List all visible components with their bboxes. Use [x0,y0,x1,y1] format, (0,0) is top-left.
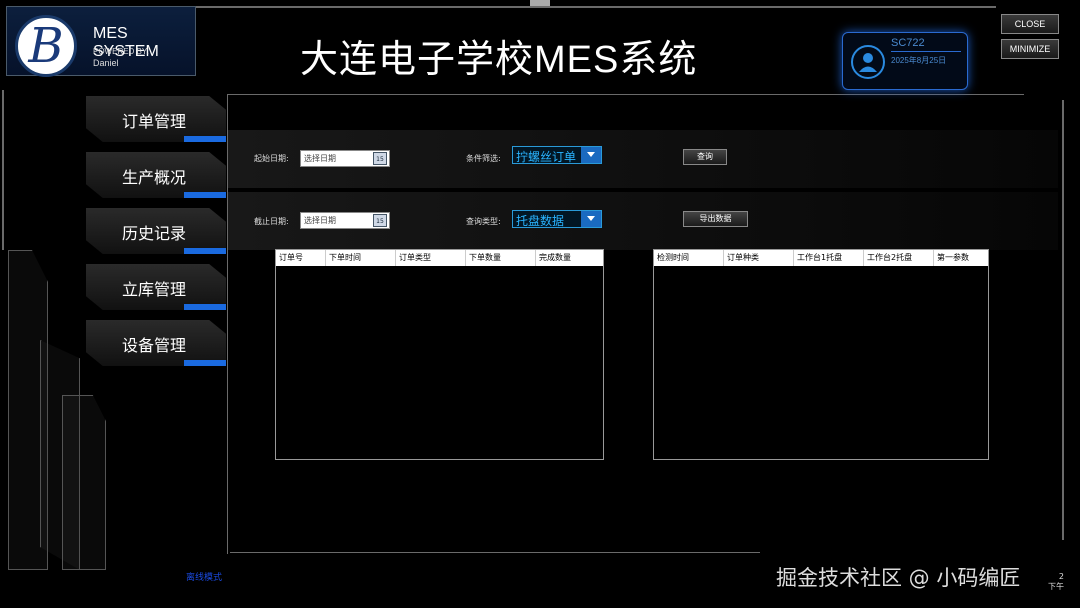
end-date-picker[interactable]: 选择日期 15 [300,212,390,229]
column-header[interactable]: 下单数量 [466,250,536,266]
column-header[interactable]: 工作台2托盘 [864,250,934,266]
sidebar-item-label: 设备管理 [122,336,187,355]
inspection-table[interactable]: 检测时间 订单种类 工作台1托盘 工作台2托盘 第一参数 [653,249,989,460]
logo-powered-by: POWERED BY: [93,47,150,56]
dropdown-button[interactable] [581,211,601,227]
condition-select[interactable]: 拧螺丝订单 [512,146,602,164]
column-header[interactable]: 订单号 [276,250,326,266]
sidebar-item-orders[interactable]: 订单管理 [86,96,226,142]
column-header[interactable]: 下单时间 [326,250,396,266]
sidebar-item-label: 生产概况 [122,168,187,187]
corner-line-2: 下午 [1048,582,1064,591]
menu-accent [184,360,226,366]
column-header[interactable]: 完成数量 [536,250,603,266]
query-type-select[interactable]: 托盘数据 [512,210,602,228]
inspection-table-header: 检测时间 订单种类 工作台1托盘 工作台2托盘 第一参数 [654,250,988,266]
frame-right-line [1062,100,1064,540]
frame-top-handle[interactable] [530,0,550,6]
column-header[interactable]: 订单类型 [396,250,466,266]
query-type-label: 查询类型: [466,217,501,226]
query-button[interactable]: 查询 [683,149,727,165]
sidebar-item-label: 订单管理 [122,112,187,131]
start-date-picker[interactable]: 选择日期 15 [300,150,390,167]
condition-value: 拧螺丝订单 [516,150,577,164]
menu-accent [184,192,226,198]
column-header[interactable]: 第一参数 [934,250,988,266]
calendar-icon[interactable]: 15 [373,214,387,227]
sidebar-item-equipment[interactable]: 设备管理 [86,320,226,366]
end-date-placeholder: 选择日期 [304,216,336,225]
logo-panel: B MES SYSTEM POWERED BY: Daniel [6,6,196,77]
export-button[interactable]: 导出数据 [683,211,748,227]
page-title-mes: MES [534,39,620,81]
sidebar-item-production[interactable]: 生产概况 [86,152,226,198]
end-date-label: 截止日期: [254,217,289,226]
menu-accent [184,136,226,142]
calendar-icon[interactable]: 15 [373,152,387,165]
column-header[interactable]: 检测时间 [654,250,724,266]
logo-author: Daniel [93,58,119,68]
status-badge: 离线模式 [186,573,223,583]
chevron-down-icon [587,216,595,221]
menu-accent [184,248,226,254]
start-date-placeholder: 选择日期 [304,154,336,163]
column-header[interactable]: 订单种类 [724,250,794,266]
close-button[interactable]: CLOSE [1001,14,1059,34]
logo-letter: B [28,18,64,74]
corner-line-1: 2 [1058,572,1064,581]
user-date: 2025年8月25日 [891,56,947,65]
page-title-cn2: 系统 [619,37,698,81]
query-type-value: 托盘数据 [516,214,565,228]
frame-bottom-line [230,552,760,553]
user-avatar-icon [851,45,885,79]
order-table[interactable]: 订单号 下单时间 订单类型 下单数量 完成数量 [275,249,604,460]
frame-top-line [196,6,996,8]
chevron-down-icon [587,152,595,157]
order-table-header: 订单号 下单时间 订单类型 下单数量 完成数量 [276,250,603,266]
corner-clock: 2 下午 [1048,572,1064,592]
sidebar-item-history[interactable]: 历史记录 [86,208,226,254]
start-date-label: 起始日期: [254,154,289,163]
sidebar-item-warehouse[interactable]: 立库管理 [86,264,226,310]
logo-badge: B [15,15,77,77]
user-divider [891,51,961,52]
sidebar-item-label: 历史记录 [122,224,187,243]
dropdown-button[interactable] [581,147,601,163]
sidebar-item-label: 立库管理 [122,280,187,299]
frame-left-line [2,90,4,250]
column-header[interactable]: 工作台1托盘 [794,250,864,266]
decor-panel [62,395,106,570]
user-panel[interactable]: SC722 2025年8月25日 [842,32,968,90]
user-name: SC722 [891,37,925,49]
frame-content-top-line [228,94,1024,95]
menu-accent [184,304,226,310]
minimize-button[interactable]: MINIMIZE [1001,39,1059,59]
watermark: 掘金技术社区 @ 小码编匠 [776,566,1021,590]
page-title: 大连电子学校MES系统 [300,28,860,83]
page-title-cn: 大连电子学校 [300,37,535,81]
condition-label: 条件筛选: [466,154,501,163]
